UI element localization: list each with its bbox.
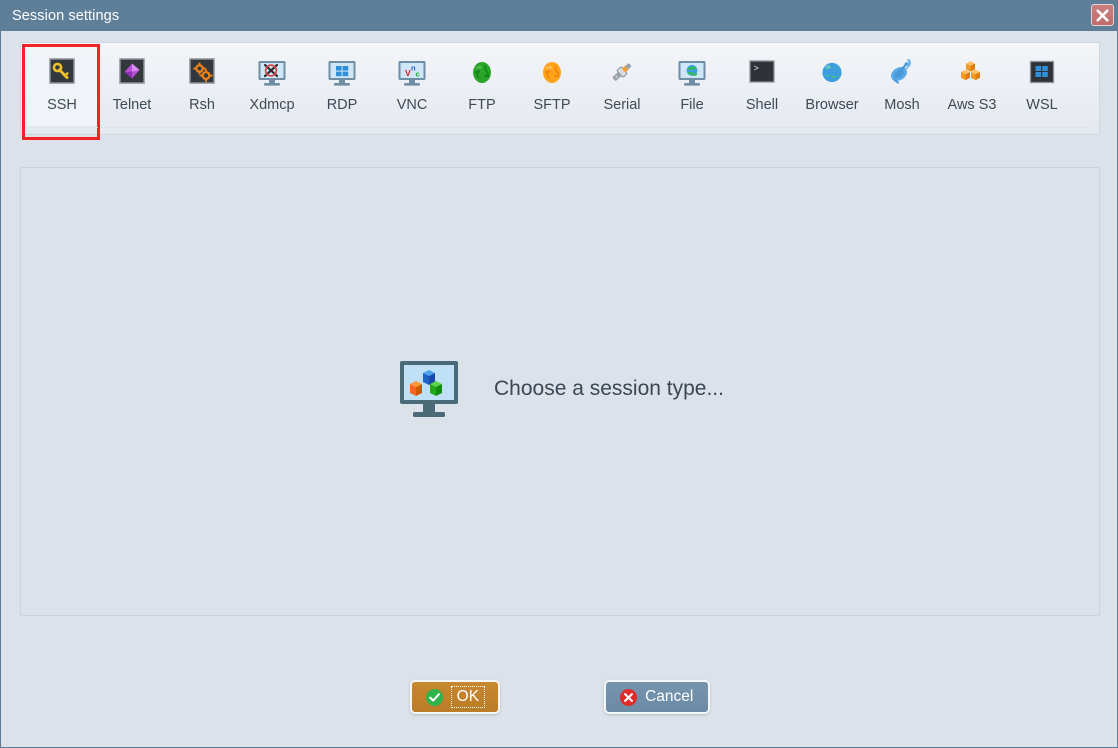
session-type-rdp[interactable]: RDP xyxy=(307,52,377,126)
aws-cubes-icon xyxy=(956,57,988,89)
red-x-icon xyxy=(620,688,638,706)
session-type-file[interactable]: File xyxy=(657,52,727,126)
ok-button-label: OK xyxy=(450,685,486,709)
session-type-label: File xyxy=(680,97,704,113)
key-icon xyxy=(46,57,78,89)
session-type-ftp[interactable]: FTP xyxy=(447,52,517,126)
window-title: Session settings xyxy=(12,7,120,24)
session-type-mosh[interactable]: Mosh xyxy=(867,52,937,126)
monitor-globe-icon xyxy=(676,57,708,89)
session-type-label: Browser xyxy=(805,97,859,113)
close-button[interactable] xyxy=(1091,4,1114,26)
session-type-label: Xdmcp xyxy=(249,97,295,113)
monitor-windows-icon xyxy=(326,57,358,89)
session-settings-dialog: Session settings SSH Telnet Rsh Xdmcp RDP Vn c… xyxy=(0,0,1118,748)
svg-text:c: c xyxy=(416,69,420,78)
session-type-label: Rsh xyxy=(189,97,215,113)
session-type-label: Mosh xyxy=(884,97,920,113)
orange-globe-icon xyxy=(536,57,568,89)
session-type-toolbar: SSH Telnet Rsh Xdmcp RDP Vn c VNC FTP SFTP Serial F… xyxy=(20,42,1100,140)
green-globe-icon xyxy=(466,57,498,89)
title-bar: Session settings xyxy=(1,0,1117,31)
green-check-icon xyxy=(425,688,443,706)
session-type-xdmcp[interactable]: Xdmcp xyxy=(237,52,307,126)
session-type-label: VNC xyxy=(396,97,428,113)
satellite-dish-icon xyxy=(886,57,918,89)
session-type-label: SSH xyxy=(47,97,77,113)
session-type-sftp[interactable]: SFTP xyxy=(517,52,587,126)
serial-plug-icon xyxy=(606,57,638,89)
session-type-rsh[interactable]: Rsh xyxy=(167,52,237,126)
session-type-label: Serial xyxy=(603,97,641,113)
session-type-label: Telnet xyxy=(112,97,152,113)
orange-gears-icon xyxy=(186,57,218,89)
session-type-browser[interactable]: Browser xyxy=(797,52,867,126)
session-type-label: WSL xyxy=(1026,97,1058,113)
session-type-shell[interactable]: > Shell xyxy=(727,52,797,126)
session-type-label: FTP xyxy=(468,97,496,113)
session-type-telnet[interactable]: Telnet xyxy=(97,52,167,126)
monitor-cubes-icon xyxy=(400,360,459,417)
session-type-label: SFTP xyxy=(533,97,571,113)
svg-text:>: > xyxy=(754,64,759,74)
session-type-serial[interactable]: Serial xyxy=(587,52,657,126)
session-type-list: SSH Telnet Rsh Xdmcp RDP Vn c VNC FTP SFTP Serial F… xyxy=(21,43,1099,140)
session-type-aws-s3[interactable]: Aws S3 xyxy=(937,52,1007,126)
session-type-label: Shell xyxy=(745,97,779,113)
close-x-icon xyxy=(1096,8,1109,22)
ok-button[interactable]: OK xyxy=(409,680,501,714)
cancel-button[interactable]: Cancel xyxy=(604,680,711,714)
purple-gem-icon xyxy=(116,57,148,89)
terminal-prompt-icon: > xyxy=(746,57,778,89)
session-type-label: RDP xyxy=(326,97,358,113)
monitor-vnc-icon: Vnc xyxy=(396,57,428,89)
toolbar-separator xyxy=(29,127,1091,128)
windows-square-icon xyxy=(1026,57,1058,89)
placeholder-text: Choose a session type... xyxy=(494,376,724,400)
cancel-button-label: Cancel xyxy=(645,688,694,706)
placeholder-group: Choose a session type... xyxy=(396,356,724,422)
blue-globe-icon xyxy=(816,57,848,89)
dialog-footer: OK Cancel xyxy=(1,676,1117,718)
session-type-wsl[interactable]: WSL xyxy=(1007,52,1077,126)
session-type-ssh[interactable]: SSH xyxy=(22,44,100,140)
session-type-vnc[interactable]: Vn c VNC xyxy=(377,52,447,126)
session-type-label: Aws S3 xyxy=(947,97,997,113)
monitor-x-logo-icon xyxy=(256,57,288,89)
session-settings-content: Choose a session type... xyxy=(20,167,1100,616)
